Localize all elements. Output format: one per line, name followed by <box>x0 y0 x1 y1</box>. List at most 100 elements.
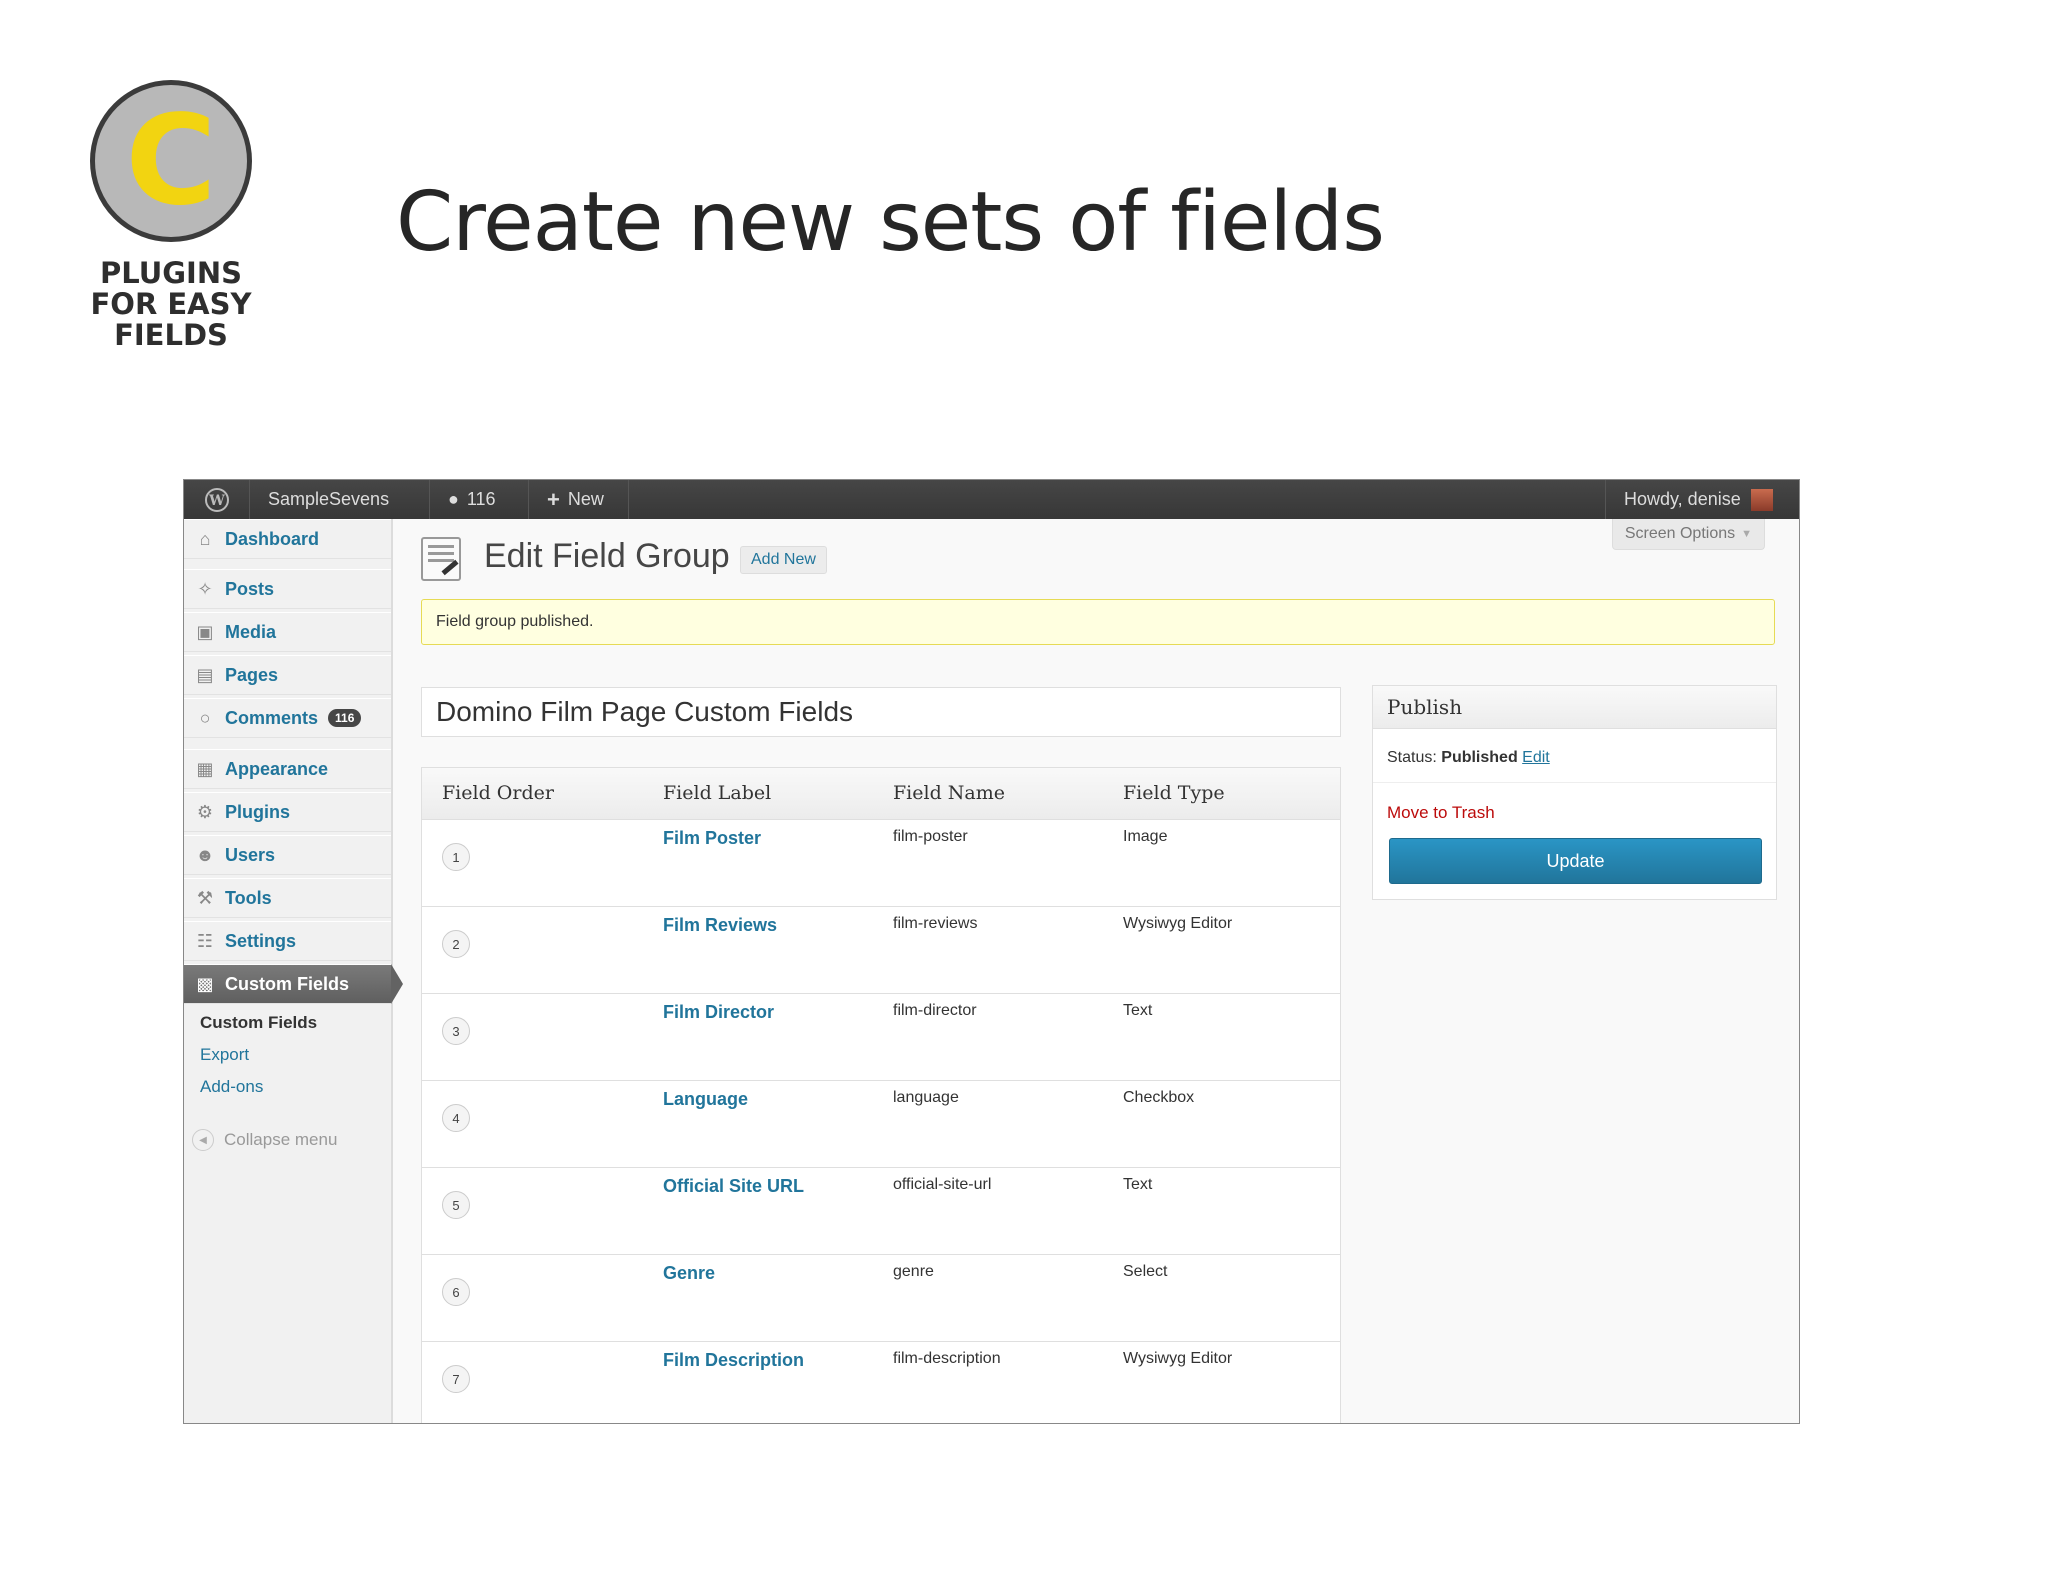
howdy-text: Howdy, denise <box>1624 489 1741 509</box>
order-handle[interactable]: 6 <box>442 1278 470 1306</box>
table-row[interactable]: 1 Film Poster film-poster Image <box>422 819 1340 907</box>
order-handle[interactable]: 3 <box>442 1017 470 1045</box>
updated-notice: Field group published. <box>421 599 1775 645</box>
header-field-type: Field Type <box>1123 782 1225 804</box>
table-row[interactable]: 5 Official Site URL official-site-url Te… <box>422 1167 1340 1255</box>
menu-label: Plugins <box>225 801 291 822</box>
comments-link[interactable]: ● 116 <box>430 480 529 519</box>
menu-label: Media <box>225 621 277 642</box>
avatar <box>1750 488 1773 511</box>
table-row[interactable]: 3 Film Director film-director Text <box>422 993 1340 1081</box>
field-label-link[interactable]: Official Site URL <box>663 1176 804 1197</box>
appearance-icon: ▦ <box>196 758 214 779</box>
menu-label: Dashboard <box>225 528 320 549</box>
menu-users[interactable]: ☻ Users <box>184 835 391 875</box>
new-label: New <box>567 489 604 509</box>
chevron-down-icon: ▼ <box>1741 528 1752 540</box>
field-label-link[interactable]: Genre <box>663 1263 715 1284</box>
field-label-link[interactable]: Film Poster <box>663 828 761 849</box>
new-content-link[interactable]: + New <box>529 480 629 519</box>
menu-media[interactable]: ▣ Media <box>184 612 391 652</box>
status-value: Published <box>1441 749 1518 766</box>
badge-caption-line: PLUGINS <box>100 256 242 290</box>
publish-box: Publish Status: Published Edit Move to T… <box>1372 685 1777 900</box>
collapse-menu-button[interactable]: ◀ Collapse menu <box>192 1129 337 1151</box>
field-type: Text <box>1123 1002 1153 1019</box>
tools-icon: ⚒ <box>196 887 214 908</box>
menu-label: Pages <box>225 664 279 685</box>
comment-bubble-icon: ● <box>448 489 459 509</box>
field-name: official-site-url <box>893 1176 992 1193</box>
field-label-link[interactable]: Film Description <box>663 1350 804 1371</box>
main-content: Screen Options ▼ Edit Field Group Add Ne… <box>393 519 1799 1423</box>
field-name: language <box>893 1089 959 1106</box>
order-handle[interactable]: 1 <box>442 843 470 871</box>
publish-divider <box>1373 782 1776 783</box>
plugin-badge: C <box>90 80 252 242</box>
field-type: Wysiwyg Editor <box>1123 915 1233 932</box>
field-label-link[interactable]: Language <box>663 1089 748 1110</box>
order-handle[interactable]: 4 <box>442 1104 470 1132</box>
menu-tools[interactable]: ⚒ Tools <box>184 878 391 918</box>
submenu-add-ons[interactable]: Add-ons <box>200 1077 263 1097</box>
table-row[interactable]: 7 Film Description film-description Wysi… <box>422 1341 1340 1423</box>
field-group-icon <box>421 537 461 581</box>
menu-label: Settings <box>225 930 297 951</box>
table-row[interactable]: 2 Film Reviews film-reviews Wysiwyg Edit… <box>422 906 1340 994</box>
menu-dashboard[interactable]: ⌂ Dashboard <box>184 519 391 559</box>
site-name-link[interactable]: SampleSevens <box>250 480 430 519</box>
screen-options-label: Screen Options <box>1624 525 1736 542</box>
order-handle[interactable]: 7 <box>442 1365 470 1393</box>
table-row[interactable]: 6 Genre genre Select <box>422 1254 1340 1342</box>
admin-sidebar: ⌂ Dashboard ✧ Posts ▣ Media ▤ Pages ○ Co… <box>184 519 393 1423</box>
menu-posts[interactable]: ✧ Posts <box>184 569 391 609</box>
field-label-link[interactable]: Film Reviews <box>663 915 777 936</box>
field-name: genre <box>893 1263 934 1280</box>
field-type: Wysiwyg Editor <box>1123 1350 1233 1367</box>
field-group-title-input[interactable]: Domino Film Page Custom Fields <box>421 687 1341 737</box>
move-to-trash-link[interactable]: Move to Trash <box>1387 803 1495 823</box>
menu-pages[interactable]: ▤ Pages <box>184 655 391 695</box>
update-button[interactable]: Update <box>1389 838 1762 884</box>
my-account-link[interactable]: Howdy, denise <box>1605 480 1799 519</box>
field-name: film-description <box>893 1350 1001 1367</box>
menu-appearance[interactable]: ▦ Appearance <box>184 749 391 789</box>
screen-options-button[interactable]: Screen Options ▼ <box>1611 519 1765 550</box>
status-label: Status: <box>1387 749 1437 766</box>
field-name: film-reviews <box>893 915 978 932</box>
publish-box-title: Publish <box>1373 686 1776 729</box>
field-group-title-value: Domino Film Page Custom Fields <box>436 696 854 727</box>
collapse-label: Collapse menu <box>224 1130 338 1149</box>
field-name: film-director <box>893 1002 977 1019</box>
plug-icon: ⚙ <box>196 801 214 822</box>
notice-text: Field group published. <box>436 613 594 630</box>
collapse-arrow-icon: ◀ <box>192 1129 214 1151</box>
menu-custom-fields[interactable]: ▩ Custom Fields <box>184 964 391 1004</box>
status-line: Status: Published Edit <box>1387 749 1550 767</box>
field-name: film-poster <box>893 828 968 845</box>
menu-label: Custom Fields <box>225 973 350 994</box>
menu-label: Posts <box>225 578 275 599</box>
menu-comments[interactable]: ○ Comments 116 <box>184 698 391 738</box>
table-row[interactable]: 4 Language language Checkbox <box>422 1080 1340 1168</box>
add-new-button[interactable]: Add New <box>740 546 827 574</box>
submenu-custom-fields[interactable]: Custom Fields <box>200 1013 317 1033</box>
order-handle[interactable]: 2 <box>442 930 470 958</box>
users-icon: ☻ <box>195 844 215 865</box>
menu-label: Comments <box>225 707 319 728</box>
field-type: Image <box>1123 828 1168 845</box>
menu-label: Tools <box>225 887 272 908</box>
slide-title: Create new sets of fields <box>396 175 1385 270</box>
menu-settings[interactable]: ☷ Settings <box>184 921 391 961</box>
field-label-link[interactable]: Film Director <box>663 1002 774 1023</box>
header-field-order: Field Order <box>442 782 554 804</box>
edit-status-link[interactable]: Edit <box>1522 749 1550 766</box>
site-name: SampleSevens <box>268 489 390 509</box>
submenu-export[interactable]: Export <box>200 1045 249 1065</box>
menu-plugins[interactable]: ⚙ Plugins <box>184 792 391 832</box>
wordpress-logo-icon[interactable]: W <box>184 480 250 519</box>
order-handle[interactable]: 5 <box>442 1191 470 1219</box>
menu-label: Users <box>225 844 276 865</box>
comments-count: 116 <box>466 489 496 509</box>
header-field-label: Field Label <box>663 782 772 804</box>
